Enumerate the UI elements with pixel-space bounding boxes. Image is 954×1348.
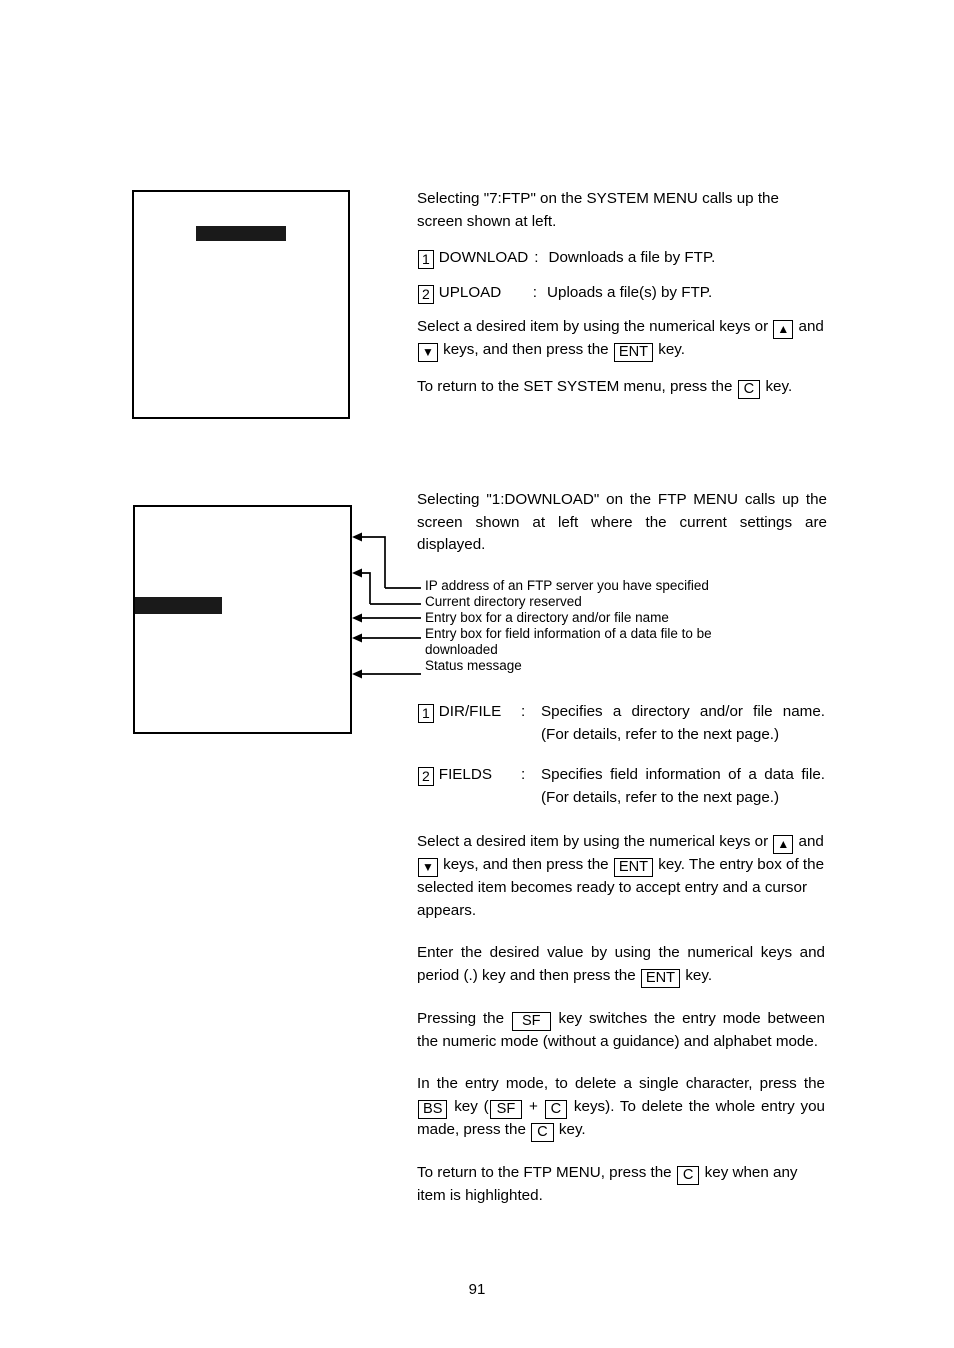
download-item-dir-file-colon: : xyxy=(521,703,526,720)
c-key-icon: C xyxy=(737,380,761,399)
select-text-2: and xyxy=(798,833,824,850)
key-2-icon: 2 xyxy=(418,284,434,304)
enter-text-2: key. xyxy=(685,966,713,984)
arrow-up-key-icon: ▲ xyxy=(773,320,794,339)
ftp-menu-screen-illustration xyxy=(132,190,350,419)
download-item-fields: 2 FIELDS : Specifies field information of… xyxy=(417,764,825,809)
enter-text-1: Enter the desired value by using the num… xyxy=(417,944,825,984)
download-delete-paragraph: In the entry mode, to delete a single ch… xyxy=(417,1073,825,1142)
key-2-icon: 2 xyxy=(418,767,434,786)
arrow-down-key-icon: ▼ xyxy=(418,858,438,877)
download-callout-label-list: IP address of an FTP server you have spe… xyxy=(425,578,845,674)
key-1-icon: 1 xyxy=(418,250,434,269)
download-body-column: 1 DIR/FILE : Specifies a directory and/or… xyxy=(417,701,825,1221)
page-number: 91 xyxy=(468,1281,486,1298)
delete-plus: + xyxy=(529,1097,538,1115)
select-text-3: keys, and then press the xyxy=(443,856,609,873)
key-1-icon: 1 xyxy=(418,704,434,723)
ftp-menu-item-upload-desc: Uploads a file(s) by FTP. xyxy=(547,283,713,301)
select-text-1: Select a desired item by using the numer… xyxy=(417,833,769,850)
download-return-paragraph: To return to the FTP MENU, press the C k… xyxy=(417,1162,825,1208)
callout-label-dir-file-entry-box: Entry box for a directory and/or file na… xyxy=(425,610,669,625)
ftp-menu-item-upload: 2 UPLOAD : Uploads a file(s) by FTP. xyxy=(417,282,825,305)
callout-label-ip-address: IP address of an FTP server you have spe… xyxy=(425,578,709,593)
ftp-menu-item-upload-label: UPLOAD xyxy=(438,283,502,301)
ftp-menu-item-download-desc: Downloads a file by FTP. xyxy=(548,249,716,266)
delete-text-4: key. xyxy=(558,1120,586,1138)
download-select-paragraph: Select a desired item by using the numer… xyxy=(417,831,825,922)
download-item-fields-colon: : xyxy=(521,766,526,783)
download-item-fields-label: FIELDS xyxy=(438,766,492,783)
bs-key-icon: BS xyxy=(418,1099,448,1119)
ftp-menu-item-download-label: DOWNLOAD xyxy=(438,249,529,266)
ftp-menu-item-download: 1 DOWNLOAD : Downloads a file by FTP. xyxy=(417,247,825,270)
ftp-menu-return-paragraph: To return to the SET SYSTEM menu, press … xyxy=(417,376,825,399)
download-item-dir-file-desc: Specifies a directory and/or file name. … xyxy=(541,703,825,743)
return-text-2: key. xyxy=(765,378,793,395)
select-text-2: and xyxy=(798,318,824,335)
ent-key-icon: ENT xyxy=(613,343,654,362)
select-text-1: Select a desired item by using the numer… xyxy=(417,318,769,335)
download-screen-illustration xyxy=(133,505,352,734)
ent-key-icon: ENT xyxy=(613,858,654,877)
return-text-1: To return to the FTP MENU, press the xyxy=(417,1163,672,1181)
arrow-down-key-icon: ▼ xyxy=(418,343,438,362)
ftp-menu-intro-paragraph: Selecting "7:FTP" on the SYSTEM MENU cal… xyxy=(417,190,779,230)
delete-text-2: key ( xyxy=(454,1097,489,1115)
c-key-icon: C xyxy=(676,1165,700,1185)
download-item-fields-desc: Specifies field information of a data fi… xyxy=(541,766,825,806)
callout-label-fields-entry-box: Entry box for field information of a dat… xyxy=(425,626,712,657)
sf-key-icon: SF xyxy=(489,1099,523,1119)
callout-label-status-message: Status message xyxy=(425,658,522,673)
download-highlight-bar xyxy=(135,597,222,614)
delete-text-1: In the entry mode, to delete a single ch… xyxy=(417,1075,825,1092)
sf-key-icon: SF xyxy=(511,1011,551,1031)
sf-text-1: Pressing the xyxy=(417,1009,505,1027)
select-text-4: key. xyxy=(658,341,685,358)
ent-key-icon: ENT xyxy=(640,968,681,988)
download-intro-column: Selecting "1:DOWNLOAD" on the FTP MENU c… xyxy=(417,489,827,571)
return-text-1: To return to the SET SYSTEM menu, press … xyxy=(417,378,733,395)
download-sf-paragraph: Pressing the SF key switches the entry m… xyxy=(417,1008,825,1054)
c-key-icon: C xyxy=(531,1122,554,1142)
select-text-3: keys, and then press the xyxy=(443,341,609,358)
ftp-menu-highlight-bar xyxy=(196,226,286,241)
download-intro-paragraph: Selecting "1:DOWNLOAD" on the FTP MENU c… xyxy=(417,491,827,553)
arrow-up-key-icon: ▲ xyxy=(773,835,794,854)
ftp-menu-select-paragraph: Select a desired item by using the numer… xyxy=(417,316,825,362)
ftp-menu-text-column: Selecting "7:FTP" on the SYSTEM MENU cal… xyxy=(417,188,825,413)
document-page: Selecting "7:FTP" on the SYSTEM MENU cal… xyxy=(0,0,954,1348)
ftp-menu-item-download-colon: : xyxy=(534,249,539,266)
c-key-icon: C xyxy=(544,1099,568,1119)
callout-label-current-directory: Current directory reserved xyxy=(425,594,582,609)
download-item-dir-file-label: DIR/FILE xyxy=(438,703,502,720)
download-enter-paragraph: Enter the desired value by using the num… xyxy=(417,942,825,988)
download-item-dir-file: 1 DIR/FILE : Specifies a directory and/or… xyxy=(417,701,825,746)
